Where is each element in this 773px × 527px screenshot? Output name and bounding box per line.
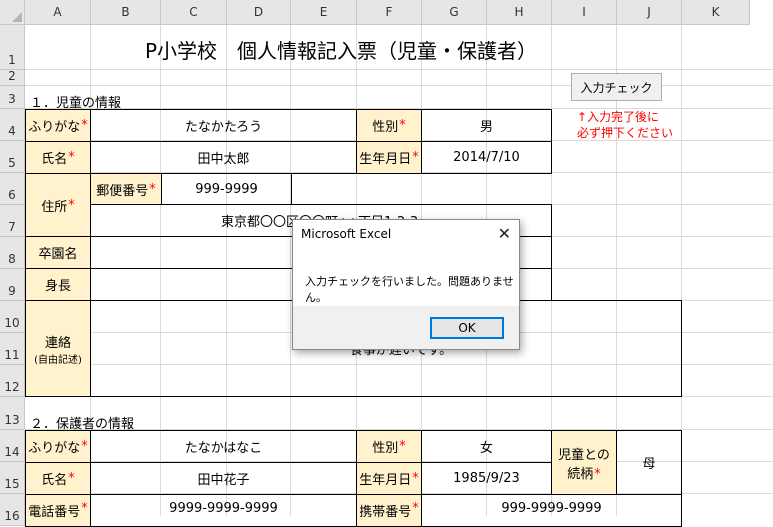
row-header-16[interactable]: 16 [0,494,25,526]
select-all-corner[interactable] [0,0,25,25]
parent-mobile-label: 携帯番号 * [356,494,422,527]
form-title: P小学校 個人情報記入票（児童・保護者） [145,39,538,63]
parent-furigana-label: ふりがな * [25,430,91,463]
child-address-label: 住所 * [25,173,91,237]
parent-birth-label: 生年月日 * [356,462,422,495]
parent-furigana-field[interactable]: たなかはなこ [90,430,357,463]
row-header-5[interactable]: 5 [0,141,25,173]
child-school-label: 卒園名 [25,236,91,269]
column-header-k[interactable]: K [682,0,750,25]
row-header-12[interactable]: 12 [0,365,25,397]
row-header-14[interactable]: 14 [0,430,25,462]
message-dialog: Microsoft Excel ✕ 入力チェックを行いました。問題ありません。 … [292,219,520,350]
child-furigana-field[interactable]: たなかたろう [90,109,357,142]
row-header-3[interactable]: 3 [0,86,25,109]
row-header-10[interactable]: 10 [0,301,25,333]
parent-birth-field[interactable]: 1985/9/23 [421,462,552,495]
row-header-7[interactable]: 7 [0,205,25,237]
parent-name-label: 氏名 * [25,462,91,495]
note-line-1: ↑入力完了後に [577,110,660,124]
child-gender-field[interactable]: 男 [421,109,552,142]
dialog-message: 入力チェックを行いました。問題ありません。 [305,275,514,304]
column-header-c[interactable]: C [161,0,227,25]
ok-button[interactable]: OK [430,317,504,339]
row-header-1[interactable]: 1 [0,25,25,70]
row-header-4[interactable]: 4 [0,109,25,141]
column-header-b[interactable]: B [91,0,161,25]
gridline-horizontal [25,69,773,70]
child-name-field[interactable]: 田中太郎 [90,141,357,174]
input-check-button[interactable]: 入力チェック [571,73,662,101]
column-header-g[interactable]: G [422,0,487,25]
child-birth-field[interactable]: 2014/7/10 [421,141,552,174]
column-header-a[interactable]: A [25,0,91,25]
child-gender-label: 性別 * [356,109,422,142]
row-header-13[interactable]: 13 [0,397,25,430]
row-header-11[interactable]: 11 [0,333,25,365]
parent-gender-field[interactable]: 女 [421,430,552,463]
column-header-d[interactable]: D [227,0,291,25]
child-name-label: 氏名 * [25,141,91,174]
parent-mobile-field[interactable]: 999-9999-9999 [421,494,682,527]
row-header-6[interactable]: 6 [0,173,25,205]
close-icon[interactable]: ✕ [498,224,511,243]
row-header-15[interactable]: 15 [0,462,25,494]
child-postal-label: 郵便番号 * [90,173,162,205]
parent-gender-label: 性別 * [356,430,422,463]
row-header-9[interactable]: 9 [0,269,25,301]
child-furigana-label: ふりがな * [25,109,91,142]
child-contact-label: 連絡 (自由記述) [25,300,91,397]
column-header-h[interactable]: H [487,0,552,25]
row-header-8[interactable]: 8 [0,237,25,269]
child-postal-field[interactable]: 999-9999 [161,173,292,205]
row-header-2[interactable]: 2 [0,69,25,86]
child-height-label: 身長 [25,268,91,301]
note-line-2: 必ず押下ください [577,126,674,140]
child-birth-label: 生年月日 * [356,141,422,174]
column-header-j[interactable]: J [617,0,682,25]
parent-relation-field[interactable]: 母 [616,430,682,495]
column-header-f[interactable]: F [357,0,422,25]
column-header-i[interactable]: I [552,0,617,25]
parent-phone-field[interactable]: 9999-9999-9999 [90,494,357,527]
parent-name-field[interactable]: 田中花子 [90,462,357,495]
column-header-e[interactable]: E [291,0,357,25]
dialog-title: Microsoft Excel [301,227,392,241]
parent-relation-label: 児童との 続柄* [551,430,617,495]
dialog-footer: OK [293,306,519,349]
parent-phone-label: 電話番号 * [25,494,91,527]
